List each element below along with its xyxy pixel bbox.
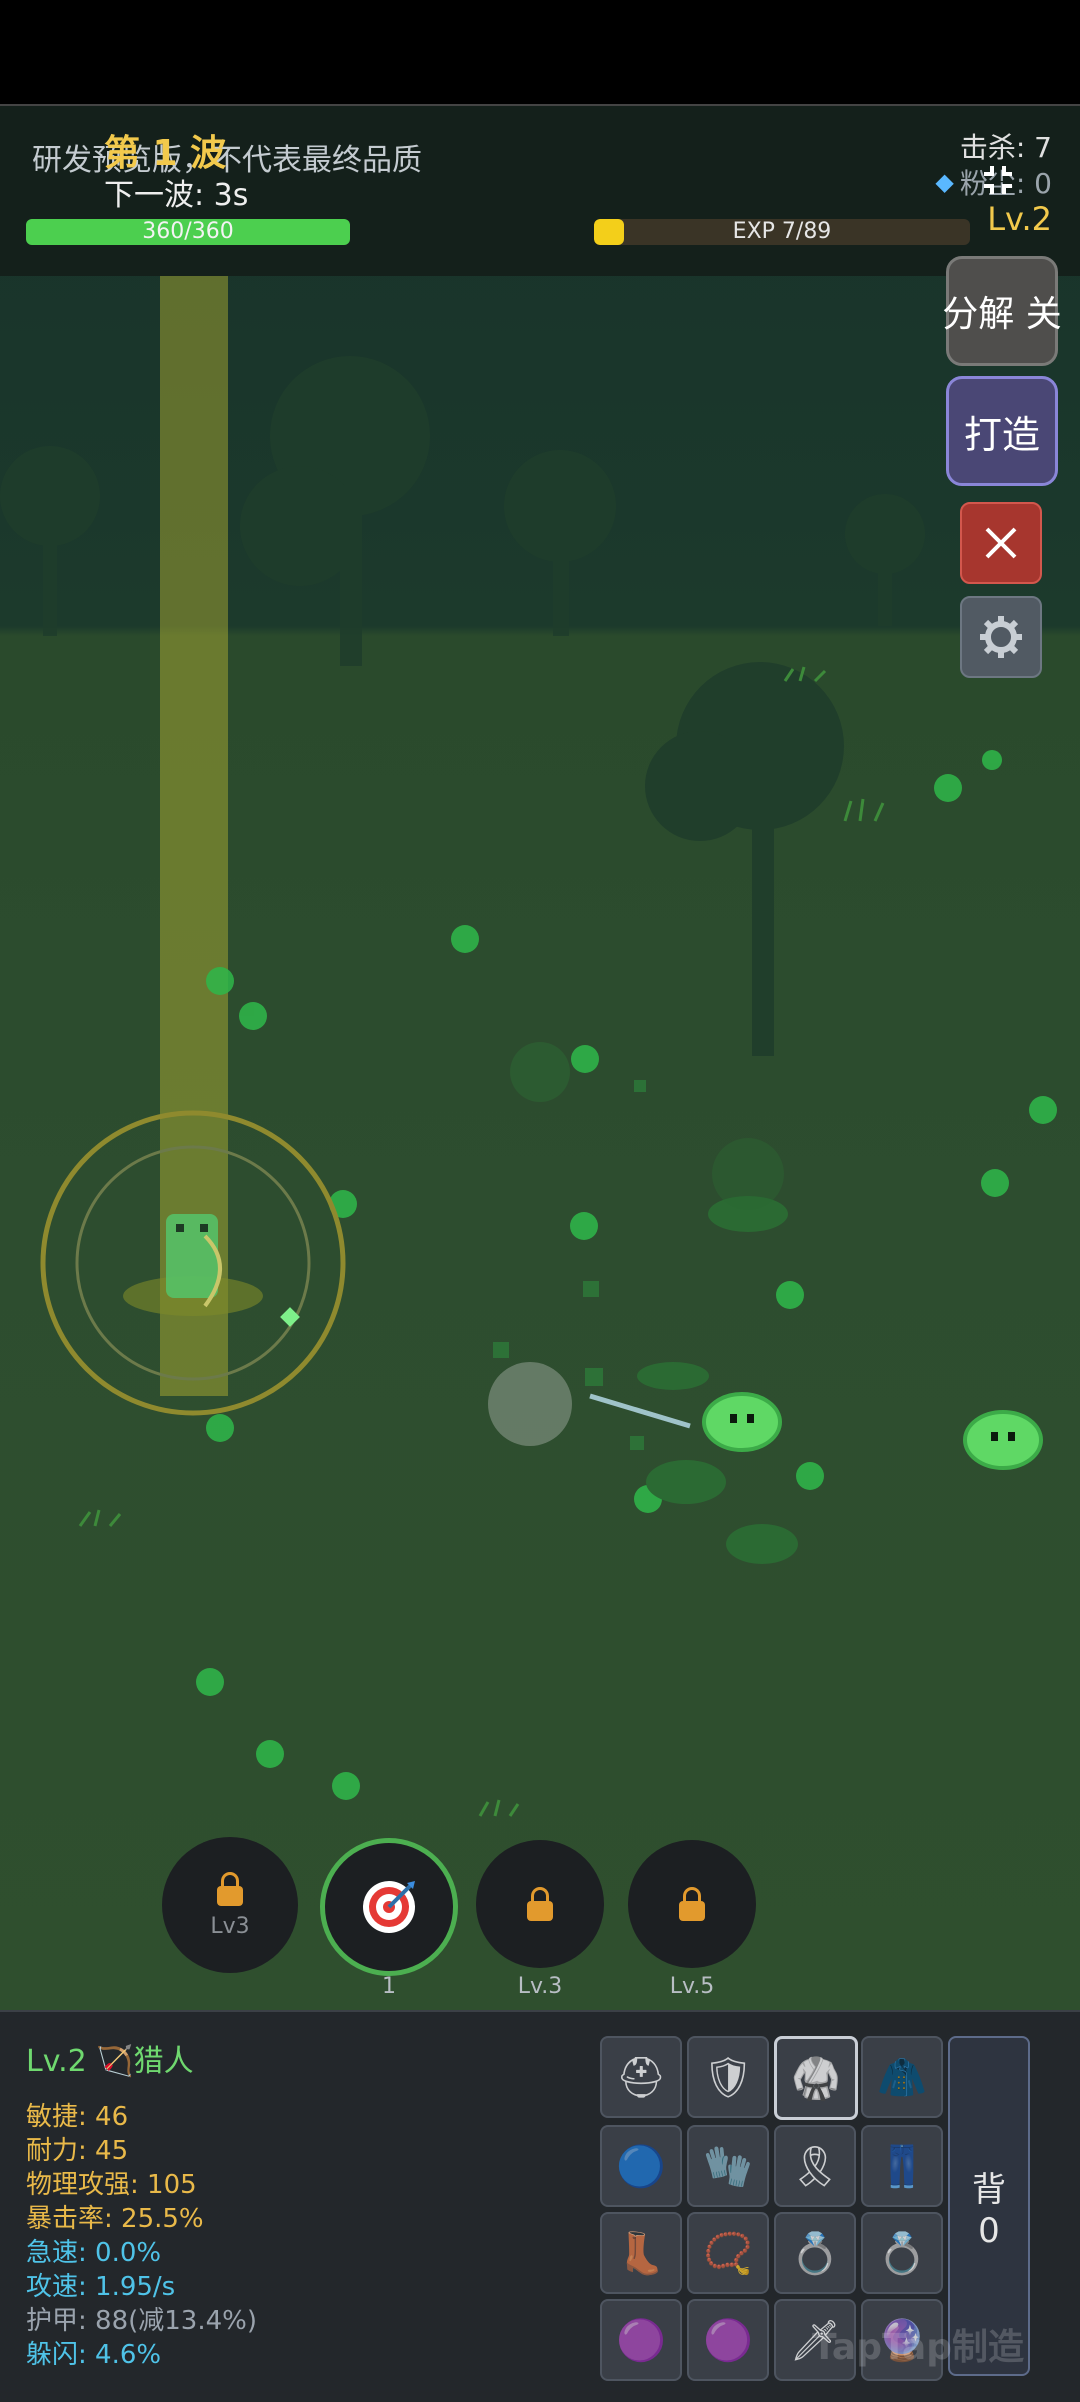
equipment-slot-13[interactable]: 🟣 [600, 2299, 682, 2381]
equipment-slot-5[interactable]: 🔵 [600, 2125, 682, 2207]
experience-orbs [196, 750, 1057, 1800]
ring-icon: 💍 [790, 2230, 840, 2277]
impact-effect [488, 1362, 572, 1446]
kill-count: 击杀: 7 [959, 131, 1052, 164]
slime-enemies [702, 1392, 1043, 1470]
ring-icon: 💍 [877, 2230, 927, 2277]
stat-attack-speed: 攻速: 1.95/s [26, 2272, 176, 2302]
equipment-slot-14[interactable]: 🟣 [687, 2299, 769, 2381]
forge-button[interactable]: 打造 [946, 376, 1058, 486]
decompose-toggle-button[interactable]: 分解 关 [942, 256, 1062, 366]
stat-attack-power: 物理攻强: 105 [26, 2170, 197, 2200]
player-level: Lv.2 [987, 200, 1052, 238]
equipment-slot-10[interactable]: 📿 [687, 2212, 769, 2294]
cloak-icon: 🧥 [877, 2054, 927, 2101]
stat-armor: 护甲: 88(减13.4%) [26, 2306, 257, 2336]
skill-slot-2-caption: 1 [382, 1974, 396, 1999]
skill-slot-3[interactable] [476, 1840, 604, 1968]
equipment-slot-4[interactable]: 🧥 [861, 2036, 943, 2118]
gloves-icon: 🧤 [703, 2143, 753, 2190]
target-icon [363, 1881, 415, 1933]
skill-slot-4[interactable] [628, 1840, 756, 1968]
stat-stamina: 耐力: 45 [26, 2136, 129, 2166]
trinket-icon: 🟣 [703, 2317, 753, 2364]
equipment-slot-12[interactable]: 💍 [861, 2212, 943, 2294]
equipment-slot-11[interactable]: 💍 [774, 2212, 856, 2294]
battlefield-scene [0, 276, 1057, 1817]
skill-slot-4-caption: Lv.5 [669, 1974, 715, 1999]
character-title: Lv.2 🏹猎人 [26, 2044, 194, 2079]
equipment-slot-6[interactable]: 🧤 [687, 2125, 769, 2207]
necklace-icon: 📿 [703, 2230, 753, 2277]
watermark: TapTap制造 [812, 2327, 1024, 2368]
skill-slot-1-requirement: Lv3 [210, 1913, 250, 1939]
equipment-slot-7[interactable]: 🎗 [774, 2125, 856, 2207]
bracer-icon: 🔵 [616, 2143, 666, 2190]
game-field[interactable] [0, 106, 1080, 2010]
exp-bar: EXP 7/89 [594, 219, 970, 245]
skill-slot-3-caption: Lv.3 [517, 1974, 563, 1999]
close-button[interactable] [960, 502, 1042, 584]
equipment-slot-3[interactable]: 🥋 [774, 2036, 858, 2120]
equipment-slot-2[interactable]: 🛡 [687, 2036, 769, 2118]
equipment-slot-8[interactable]: 👖 [861, 2125, 943, 2207]
status-bar [0, 0, 1080, 106]
helmet-icon: ⛑ [615, 2054, 667, 2101]
settings-button[interactable] [960, 596, 1042, 678]
equipment-slot-1[interactable]: ⛑ [600, 2036, 682, 2118]
hunter-character [166, 1214, 218, 1298]
lock-icon [679, 1887, 705, 1921]
hp-bar: 360/360 [26, 219, 350, 245]
fullscreen-toggle-icon[interactable] [980, 162, 1016, 198]
equipment-slot-9[interactable]: 👢 [600, 2212, 682, 2294]
lock-icon [217, 1871, 243, 1906]
boots-icon: 👢 [616, 2230, 666, 2277]
next-wave-timer: 下一波: 3s [104, 178, 249, 213]
close-icon [985, 527, 1017, 559]
exp-text: EXP 7/89 [732, 219, 832, 244]
stats-list: 敏捷: 46 耐力: 45 物理攻强: 105 暴击率: 25.5% 急速: 0… [26, 2100, 257, 2372]
bushes [510, 1042, 798, 1564]
hp-text: 360/360 [142, 219, 234, 244]
leggings-icon: 👖 [877, 2143, 927, 2190]
bag-count: 0 [978, 2210, 1000, 2251]
gear-icon [980, 616, 1022, 658]
arrow-projectile [589, 1393, 691, 1429]
chest-armor-icon: 🥋 [791, 2055, 841, 2102]
wave-label: 第 1 波 [104, 133, 227, 174]
stat-agility: 敏捷: 46 [26, 2102, 129, 2132]
bag-label: 背 [972, 2169, 1006, 2210]
diamond-icon: ◆ [935, 168, 954, 196]
stat-haste: 急速: 0.0% [26, 2238, 162, 2268]
skill-slot-1[interactable]: Lv3 [162, 1837, 298, 1973]
skill-slot-2[interactable] [320, 1838, 458, 1976]
shoulders-icon: 🛡 [702, 2054, 754, 2101]
stat-dodge: 躲闪: 4.6% [26, 2340, 162, 2370]
lock-icon [527, 1887, 553, 1921]
stat-crit-rate: 暴击率: 25.5% [26, 2204, 204, 2234]
belt-icon: 🎗 [789, 2143, 841, 2190]
trinket-icon: 🟣 [616, 2317, 666, 2364]
